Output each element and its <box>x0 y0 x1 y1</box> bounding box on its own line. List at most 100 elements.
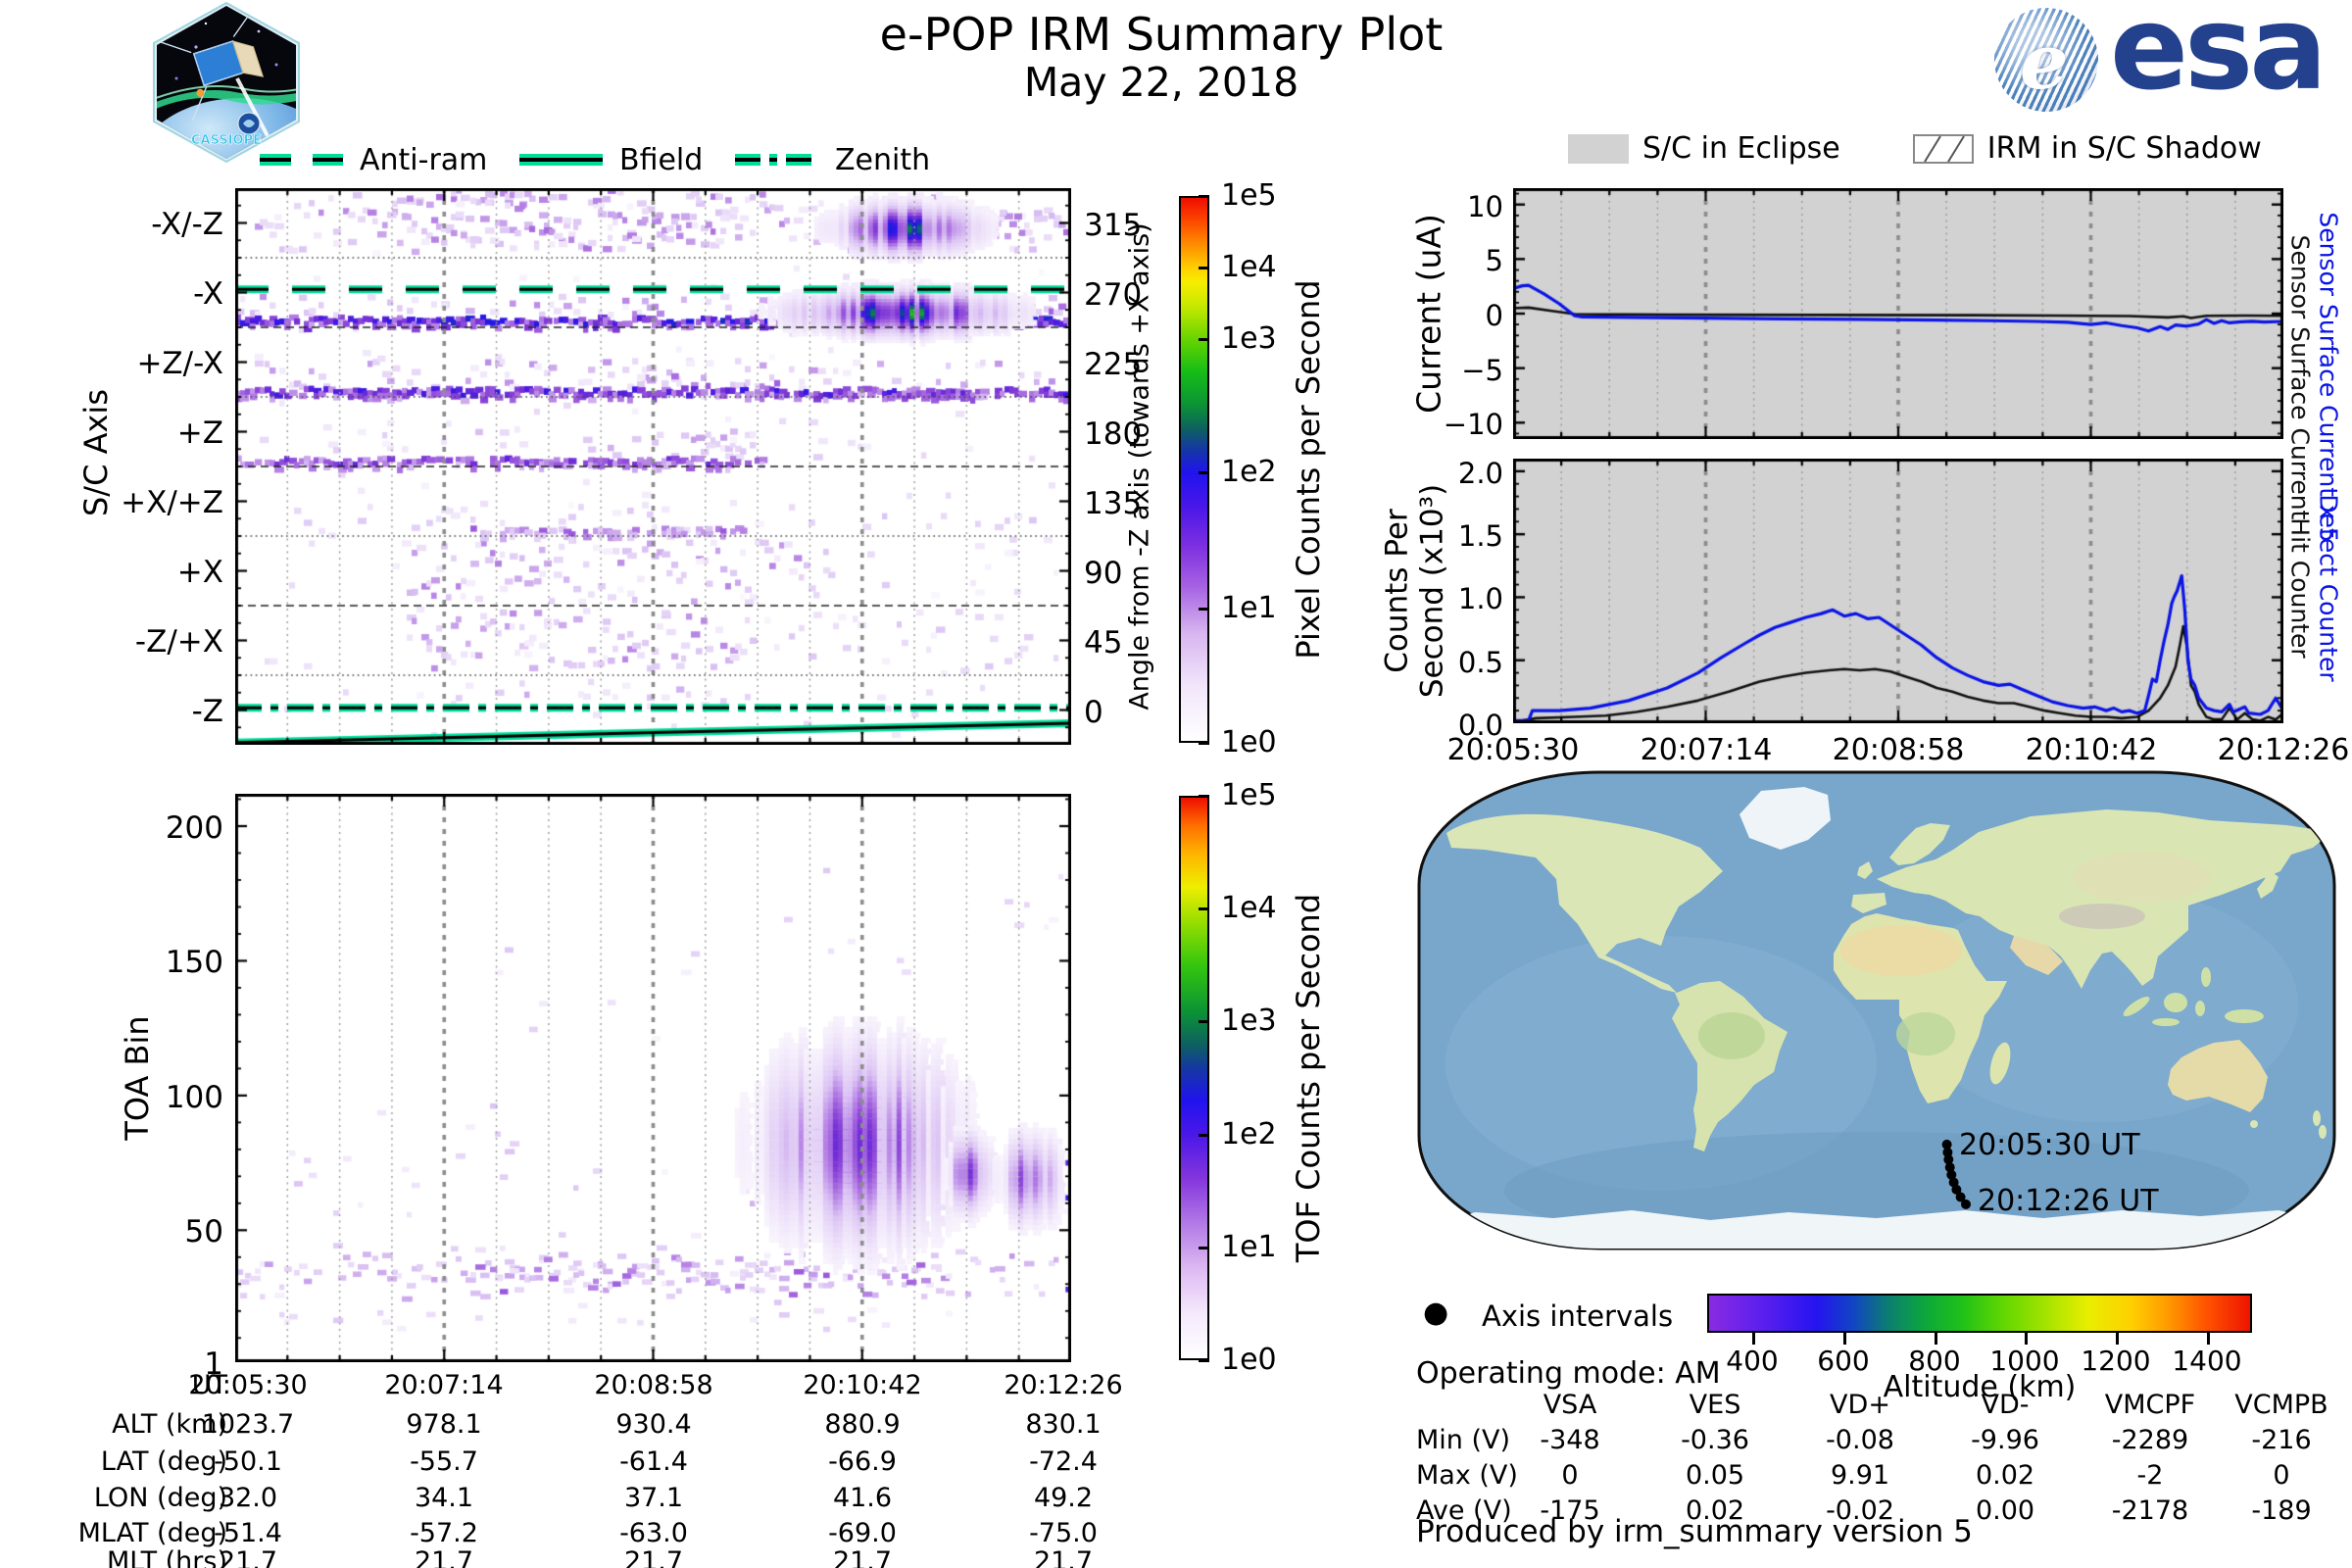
voltage-row-label: Max (V) <box>1416 1460 1518 1491</box>
ephemeris-cell: 34.1 <box>414 1483 474 1513</box>
pixel-colorbar-tick: 1e2 <box>1221 455 1277 489</box>
counts-ytick: 0.5 <box>1457 646 1503 679</box>
shadow-label: IRM in S/C Shadow <box>1986 131 2262 166</box>
pixel-colorbar-tickmark <box>1199 338 1209 341</box>
tof-colorbar-tick: 1e2 <box>1221 1117 1277 1152</box>
voltage-cell: -2289 <box>2111 1425 2189 1455</box>
voltage-col-header: VD+ <box>1830 1390 1890 1420</box>
world-map: 20:05:30 UT 20:12:26 UT <box>1417 770 2336 1250</box>
footer-text: Produced by irm_summary version 5 <box>1416 1514 1973 1549</box>
pitch-row-label: +X/+Z <box>121 485 223 520</box>
counts-blue-label: Detect Counter <box>2314 494 2343 682</box>
tof-colorbar-tickmark <box>1199 1134 1209 1137</box>
voltage-cell: 0.00 <box>1975 1495 2035 1526</box>
pixel-colorbar <box>1179 196 1209 743</box>
voltage-cell: -0.36 <box>1681 1425 1749 1455</box>
esa-globe-e: e <box>2020 18 2069 107</box>
pitch-row-label: -Z <box>191 694 223 729</box>
track-dot <box>1961 1199 1971 1209</box>
toa-tick-label: 50 <box>184 1214 223 1250</box>
ephemeris-cell: 21.7 <box>832 1546 893 1568</box>
esa-wordmark: esa <box>2110 0 2328 116</box>
ephemeris-cell: 830.1 <box>1025 1409 1102 1440</box>
timeseries-x-label: 20:10:42 <box>2025 733 2158 767</box>
toa-tick-label: 150 <box>165 945 223 980</box>
altitude-tickmark <box>1935 1333 1937 1345</box>
tof-colorbar-tick: 1e0 <box>1221 1343 1277 1377</box>
voltage-cell: -216 <box>2251 1425 2312 1455</box>
ephemeris-cell: 20:05:30 <box>188 1370 308 1400</box>
ephemeris-cell: 1023.7 <box>201 1409 295 1440</box>
page-title: e-POP IRM Summary Plot <box>879 8 1444 61</box>
pitch-row-label: +Z/-X <box>136 346 223 381</box>
pitch-row-label: -Z/+X <box>134 624 223 660</box>
ephemeris-cell: 978.1 <box>406 1409 482 1440</box>
voltage-col-header: VES <box>1689 1390 1741 1420</box>
page-date: May 22, 2018 <box>1023 59 1299 106</box>
legend-zenith-label: Zenith <box>835 143 930 177</box>
epop-irm-summary-page: CASSIOPE e esa e-POP IRM Summary Plot Ma… <box>0 0 2352 1568</box>
ephemeris-cell: -51.4 <box>214 1518 282 1548</box>
ephemeris-cell: 21.7 <box>414 1546 474 1568</box>
ephemeris-cell: -57.2 <box>410 1518 478 1548</box>
pixel-colorbar-tickmark <box>1199 471 1209 474</box>
tof-colorbar-tickmark <box>1199 1020 1209 1023</box>
ephemeris-cell: 21.7 <box>218 1546 278 1568</box>
ephemeris-cell: -50.1 <box>214 1446 282 1477</box>
ephemeris-row-label: LON (deg) <box>93 1483 227 1513</box>
altitude-tickmark <box>2025 1333 2028 1345</box>
tof-colorbar-label: TOF Counts per Second <box>1290 893 1327 1263</box>
ephemeris-cell: 32.0 <box>218 1483 278 1513</box>
voltage-col-header: VD- <box>1981 1390 2030 1420</box>
voltage-col-header: VMCPF <box>2104 1390 2196 1420</box>
current-ytick: 10 <box>1467 190 1503 223</box>
altitude-tickmark <box>2207 1333 2210 1345</box>
voltage-row-label: Min (V) <box>1416 1425 1511 1455</box>
pixel-colorbar-tickmark <box>1199 608 1209 611</box>
ephemeris-cell: -75.0 <box>1029 1518 1098 1548</box>
ephemeris-cell: -55.7 <box>410 1446 478 1477</box>
counts-ylabel: Counts Per Second (x10³) <box>1379 483 1449 699</box>
voltage-col-header: VSA <box>1543 1390 1597 1420</box>
toa-tick-label: 200 <box>165 810 223 846</box>
pitch-row-label: +Z <box>176 416 223 451</box>
pixel-colorbar-label: Pixel Counts per Second <box>1290 279 1327 660</box>
ephemeris-cell: 21.7 <box>1033 1546 1094 1568</box>
ephemeris-row-label: LAT (deg) <box>100 1446 227 1477</box>
altitude-tickmark <box>1752 1333 1755 1345</box>
track-end-label: 20:12:26 UT <box>1978 1184 2159 1218</box>
track-start-label: 20:05:30 UT <box>1959 1128 2140 1162</box>
timeseries-x-label: 20:08:58 <box>1832 733 1965 767</box>
voltage-col-header: VCMPB <box>2234 1390 2328 1420</box>
altitude-tick-label: 600 <box>1817 1345 1870 1377</box>
ephemeris-cell: -61.4 <box>619 1446 688 1477</box>
toa-tick-label: 100 <box>165 1080 223 1115</box>
altitude-tickmark <box>1843 1333 1846 1345</box>
altitude-colorbar <box>1707 1294 2252 1333</box>
altitude-tick-label: 400 <box>1726 1345 1779 1377</box>
toa-spectrogram <box>235 794 1071 1362</box>
pixel-colorbar-tick: 1e4 <box>1221 250 1277 284</box>
current-ylabel: Current (uA) <box>1409 214 1448 414</box>
ephemeris-cell: -63.0 <box>619 1518 688 1548</box>
tof-colorbar-tick: 1e5 <box>1221 778 1277 812</box>
tof-colorbar-tickmark <box>1199 1247 1209 1250</box>
altitude-tick-label: 1400 <box>2172 1345 2242 1377</box>
axis-intervals-dot-icon: ● <box>1423 1296 1449 1330</box>
timeseries-x-label: 20:07:14 <box>1640 733 1773 767</box>
voltage-cell: -348 <box>1540 1425 1600 1455</box>
ephemeris-cell: 20:12:26 <box>1004 1370 1123 1400</box>
shadow-swatch-icon <box>1912 133 1974 164</box>
current-blue-label: Sensor Surface Current x 5 <box>2314 212 2343 543</box>
ephemeris-cell: 49.2 <box>1033 1483 1094 1513</box>
ephemeris-cell: 37.1 <box>623 1483 684 1513</box>
tof-colorbar-tickmark <box>1199 795 1209 798</box>
tof-colorbar-tick: 1e1 <box>1221 1230 1277 1264</box>
voltage-cell: -0.08 <box>1826 1425 1894 1455</box>
sc-axis-spectrogram <box>235 188 1071 745</box>
counts-ytick: 2.0 <box>1457 457 1503 490</box>
esa-logo: e esa <box>1994 0 2347 116</box>
eclipse-label: S/C in Eclipse <box>1642 131 1840 166</box>
counts-plot <box>1513 459 2283 723</box>
pixel-colorbar-tickmark <box>1199 742 1209 745</box>
